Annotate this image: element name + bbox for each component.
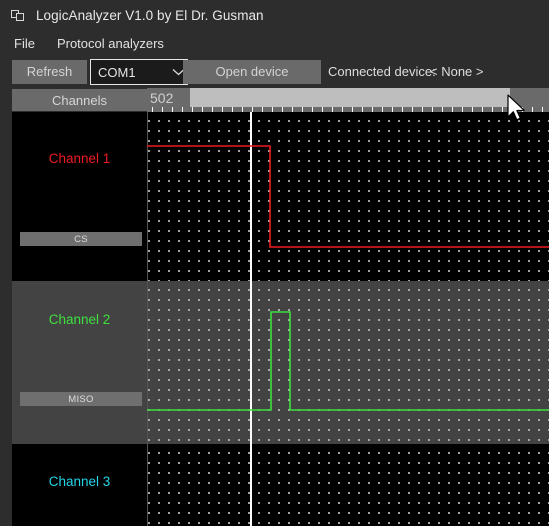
- title-bar: LogicAnalyzer V1.0 by El Dr. Gusman: [0, 0, 549, 30]
- channel-name-label: Channel 1: [48, 151, 111, 166]
- channel-plot[interactable]: [147, 112, 549, 281]
- channel-name-label: Channel 2: [48, 312, 111, 327]
- menu-bar: File Protocol analyzers: [0, 30, 549, 56]
- com-port-select[interactable]: COM1: [90, 59, 188, 85]
- timeline-ruler[interactable]: 502: [147, 88, 549, 112]
- channels-header: Channels: [12, 89, 147, 111]
- menu-item-file[interactable]: File: [7, 33, 42, 54]
- logic-analyzer-window: LogicAnalyzer V1.0 by El Dr. Gusman File…: [0, 0, 549, 526]
- channel-label-pane[interactable]: Channel 2 MISO: [12, 281, 147, 444]
- connected-device-label: Connected device:: [328, 64, 436, 79]
- channel-tag-label[interactable]: MISO: [20, 392, 142, 406]
- channel-label-pane[interactable]: Channel 1 CS: [12, 112, 147, 281]
- channel-row[interactable]: Channel 1 CS: [12, 112, 549, 281]
- waveform-viewport[interactable]: Channel 1 CS Channel 2 MISO Channel 3: [12, 112, 549, 526]
- connected-device-value: < None >: [430, 64, 484, 79]
- window-restore-icon: [11, 7, 27, 23]
- signal-trace: [147, 311, 549, 411]
- refresh-button[interactable]: Refresh: [12, 60, 87, 84]
- open-device-button[interactable]: Open device: [183, 60, 321, 84]
- channel-label-pane[interactable]: Channel 3: [12, 444, 147, 526]
- channel-tag-label[interactable]: CS: [20, 232, 142, 246]
- channel-row[interactable]: Channel 2 MISO: [12, 281, 549, 444]
- plot-left-edge: [147, 444, 148, 526]
- menu-item-protocol-analyzers[interactable]: Protocol analyzers: [50, 33, 171, 54]
- window-title: LogicAnalyzer V1.0 by El Dr. Gusman: [36, 7, 264, 23]
- timeline-scrollbar-thumb[interactable]: [190, 88, 510, 107]
- com-port-value: COM1: [98, 64, 136, 80]
- channel-plot[interactable]: [147, 444, 549, 526]
- grid-dots: [147, 444, 549, 526]
- channel-row[interactable]: Channel 3: [12, 444, 549, 526]
- signal-trace: [147, 145, 549, 248]
- channel-plot[interactable]: [147, 281, 549, 444]
- sample-index-label: 502: [150, 90, 174, 106]
- channel-name-label: Channel 3: [48, 474, 111, 489]
- time-cursor-line[interactable]: [250, 444, 252, 526]
